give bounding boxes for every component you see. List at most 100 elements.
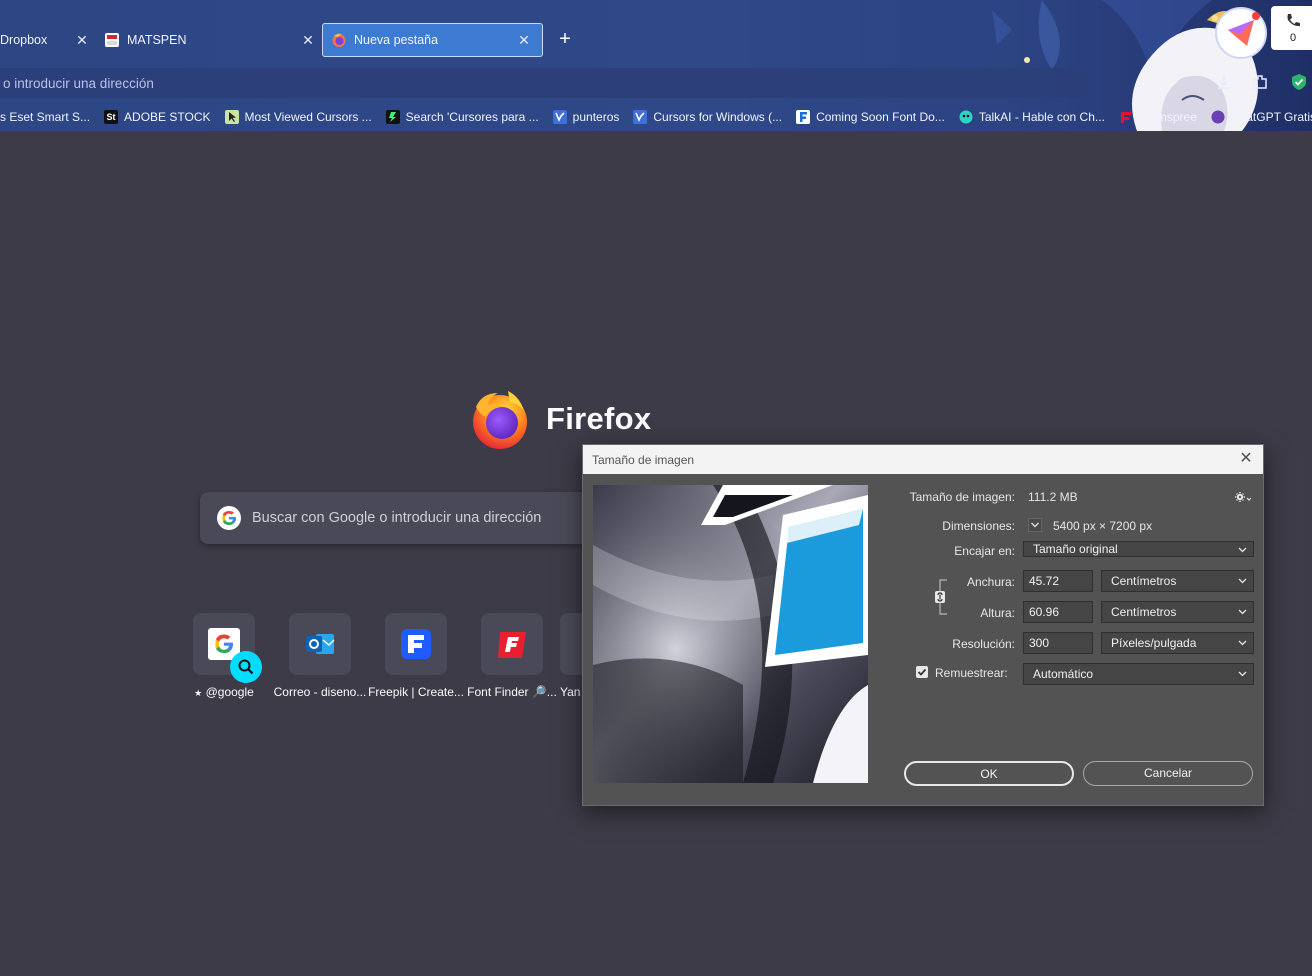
- address-input[interactable]: [0, 68, 1088, 98]
- bookmark-eset[interactable]: s Eset Smart S...: [0, 110, 90, 124]
- chevron-down-icon: [1238, 671, 1247, 677]
- shortcut-tile: [289, 613, 351, 675]
- tab-dropbox[interactable]: Dropbox ✕: [0, 23, 92, 57]
- punteros-icon: [552, 110, 567, 124]
- resolution-label: Resolución:: [952, 637, 1015, 651]
- image-size-value: 111.2 MB: [1028, 490, 1078, 504]
- close-tab-icon[interactable]: ✕: [72, 32, 92, 49]
- call-widget[interactable]: 0: [1271, 6, 1312, 50]
- resample-checkbox[interactable]: [916, 666, 928, 678]
- font-finder-icon: [498, 632, 526, 658]
- resolution-unit-value: Píxeles/pulgada: [1111, 636, 1197, 650]
- shortcut-tile: [193, 613, 262, 683]
- bookmark-label: Coming Soon Font Do...: [816, 110, 945, 124]
- chatgpt-icon: [1211, 110, 1225, 124]
- ok-button[interactable]: OK: [904, 761, 1074, 786]
- search-icon: [238, 659, 254, 675]
- extensions-icon[interactable]: [1250, 72, 1270, 92]
- bookmark-coming-soon-font[interactable]: Coming Soon Font Do...: [796, 110, 945, 124]
- bookmark-talkai[interactable]: TalkAI - Hable con Ch...: [959, 110, 1105, 124]
- cancel-button[interactable]: Cancelar: [1083, 761, 1253, 786]
- bookmark-label: Formspree: [1138, 110, 1197, 124]
- bookmark-formspree[interactable]: Formspree: [1119, 110, 1197, 124]
- freepik-icon: [401, 629, 431, 659]
- tab-nueva-pestana[interactable]: Nueva pestaña ✕: [322, 23, 543, 57]
- bookmark-cursors-for-windows[interactable]: Cursors for Windows (...: [633, 110, 782, 124]
- shortcut-label-text: @google: [205, 685, 254, 699]
- cursors-windows-icon: [633, 110, 648, 124]
- height-label: Altura:: [980, 606, 1015, 620]
- resample-select-value: Automático: [1033, 667, 1094, 681]
- browser-chrome: Dropbox ✕ MATSPEN ✕ Nueva pestaña ✕ + o …: [0, 0, 1312, 131]
- bookmark-label: TalkAI - Hable con Ch...: [978, 110, 1105, 124]
- tab-label: MATSPEN: [127, 33, 187, 47]
- pinned-icon: ★: [194, 688, 203, 698]
- outlook-icon: [306, 634, 335, 654]
- phone-icon: [1287, 14, 1300, 27]
- image-size-dialog: Tamaño de imagen ✕ Tamaño de imagen: 111…: [582, 444, 1264, 806]
- talkai-icon: [959, 110, 973, 124]
- tab-label: Dropbox: [0, 33, 48, 47]
- bookmark-chatgpt[interactable]: ChatGPT Gratis Sin Re: [1211, 110, 1312, 124]
- resolution-input[interactable]: [1023, 632, 1093, 654]
- newtab-search-box[interactable]: [200, 492, 600, 544]
- shortcut-correo[interactable]: Correo - diseno...: [272, 613, 368, 699]
- call-count: 0: [1289, 32, 1297, 44]
- dialog-close-button[interactable]: ✕: [1237, 449, 1255, 469]
- chevron-down-icon: [1238, 578, 1247, 584]
- width-unit-select[interactable]: Centímetros: [1101, 570, 1254, 592]
- firefox-logo-icon: [473, 391, 527, 449]
- shortcut-tile: [385, 613, 447, 675]
- bookmark-adobe-stock[interactable]: St ADOBE STOCK: [104, 110, 211, 124]
- shortcut-label: Freepik | Create...: [368, 685, 464, 699]
- shortcut-tile: [560, 613, 582, 675]
- bookmark-label: Most Viewed Cursors ...: [244, 110, 372, 124]
- close-tab-icon[interactable]: ✕: [514, 32, 534, 49]
- chevron-down-icon: [1238, 547, 1247, 553]
- shortcut-label: ★ @google: [176, 685, 272, 699]
- google-icon: [217, 506, 241, 530]
- bookmark-most-viewed-cursors[interactable]: Most Viewed Cursors ...: [224, 110, 372, 124]
- dialog-titlebar[interactable]: Tamaño de imagen ✕: [583, 445, 1263, 474]
- bookmark-label: Cursors for Windows (...: [653, 110, 783, 124]
- shortcut-font-finder[interactable]: Font Finder 🔎...: [464, 613, 560, 699]
- cursor-search-icon: [385, 110, 400, 124]
- checkmark-icon: [917, 668, 927, 676]
- gear-icon[interactable]: [1234, 490, 1252, 504]
- download-icon[interactable]: [1214, 72, 1234, 92]
- chevron-down-icon: [1238, 640, 1247, 646]
- fit-select-value: Tamaño original: [1033, 542, 1118, 556]
- firefox-brand: Firefox: [468, 387, 651, 451]
- resolution-unit-select[interactable]: Píxeles/pulgada: [1101, 632, 1254, 654]
- shield-icon[interactable]: [1289, 72, 1309, 92]
- shortcut-freepik[interactable]: Freepik | Create...: [368, 613, 464, 699]
- firefox-wordmark: Firefox: [546, 401, 652, 436]
- shortcut-yandex[interactable]: Yan: [560, 613, 582, 699]
- height-input[interactable]: [1023, 601, 1093, 623]
- shortcut-label: Correo - diseno...: [273, 685, 367, 699]
- bookmark-label: punteros: [572, 110, 620, 124]
- width-input[interactable]: [1023, 570, 1093, 592]
- fit-select[interactable]: Tamaño original: [1023, 541, 1254, 557]
- shortcut-label: Font Finder 🔎...: [467, 685, 557, 699]
- shortcut-google[interactable]: ★ @google: [176, 613, 272, 699]
- new-tab-button[interactable]: +: [554, 28, 576, 52]
- resample-select[interactable]: Automático: [1023, 663, 1254, 685]
- bookmark-punteros[interactable]: punteros: [552, 110, 620, 124]
- shortcut-label: Yan: [560, 685, 581, 699]
- bookmarks-bar: s Eset Smart S... St ADOBE STOCK Most Vi…: [0, 106, 1312, 128]
- address-bar[interactable]: [0, 68, 1088, 98]
- width-label: Anchura:: [966, 575, 1015, 589]
- extension-avatar-icon[interactable]: [1214, 6, 1268, 60]
- height-unit-select[interactable]: Centímetros: [1101, 601, 1254, 623]
- dimensions-label: Dimensiones:: [942, 519, 1015, 533]
- image-preview[interactable]: [593, 485, 868, 783]
- tab-matspen[interactable]: MATSPEN ✕: [104, 23, 318, 57]
- cursor-site-icon: [224, 110, 239, 124]
- close-tab-icon[interactable]: ✕: [298, 32, 318, 49]
- search-badge: [230, 651, 262, 683]
- newtab-search-input[interactable]: [252, 492, 592, 544]
- height-unit-value: Centímetros: [1111, 605, 1177, 619]
- bookmark-search-cursores[interactable]: Search 'Cursores para ...: [385, 110, 539, 124]
- chevron-down-icon[interactable]: [1028, 518, 1042, 532]
